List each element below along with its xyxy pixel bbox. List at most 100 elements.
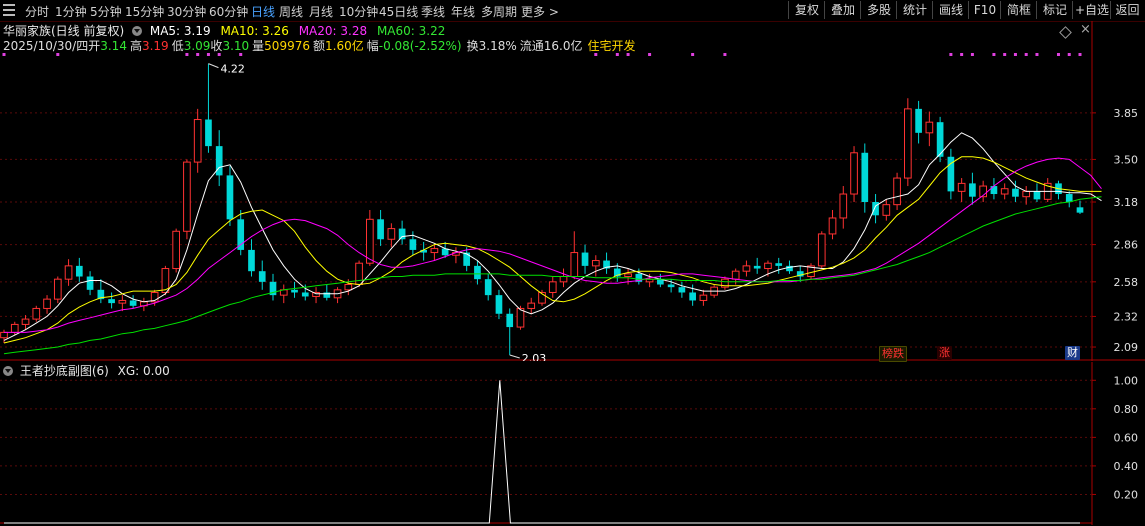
- price-tick-label: 2.32: [1114, 310, 1139, 323]
- event-badge-finance[interactable]: 财: [1065, 346, 1080, 360]
- candle-body: [118, 299, 127, 304]
- tab-period-1[interactable]: 1分钟: [55, 3, 87, 20]
- tab-period-4[interactable]: 30分钟: [167, 3, 206, 20]
- signal-dot: [196, 53, 200, 56]
- price-tick-label: 3.18: [1114, 196, 1139, 209]
- candle-body: [21, 318, 30, 325]
- toolbar-button-0[interactable]: 复权: [788, 1, 825, 19]
- candle-body: [377, 219, 384, 240]
- candle-body: [624, 273, 632, 278]
- xg-signal-line: [4, 380, 1080, 524]
- candle-body: [108, 299, 115, 304]
- indicator-chart[interactable]: 1.00 0.80 0.60 0.40 0.20: [0, 362, 1145, 525]
- tab-period-7[interactable]: 周线: [279, 3, 303, 20]
- indicator-tick-label: 1.00: [1114, 374, 1139, 387]
- candle-body: [387, 228, 396, 240]
- signal-dot: [992, 53, 996, 56]
- price-tick-label: 3.50: [1114, 153, 1139, 166]
- signal-dot: [949, 53, 953, 56]
- tab-period-6[interactable]: 日线: [251, 3, 275, 20]
- event-badge-limit-down-text: 榜跌: [882, 347, 904, 360]
- candle-body: [1000, 188, 1009, 195]
- candle-body: [75, 265, 83, 277]
- candle-body: [516, 307, 525, 328]
- candle-body: [990, 186, 998, 195]
- tab-period-2[interactable]: 5分钟: [90, 3, 122, 20]
- candle-body: [828, 217, 837, 235]
- tab-period-5[interactable]: 60分钟: [209, 3, 248, 20]
- signal-dot: [185, 53, 189, 56]
- tab-period-0[interactable]: 分时: [25, 3, 49, 20]
- ma-line-ma10: [3, 156, 1102, 344]
- candle-body: [915, 108, 922, 133]
- toolbar-button-7[interactable]: 标记: [1036, 1, 1073, 19]
- toolbar-button-3[interactable]: 统计: [896, 1, 933, 19]
- event-badge-limit-down[interactable]: 榜跌: [879, 346, 907, 362]
- candle-body: [237, 219, 245, 250]
- candle-body: [1022, 190, 1031, 198]
- candle-body: [570, 252, 579, 278]
- toolbar-button-5[interactable]: F10: [968, 1, 1001, 19]
- tab-period-3[interactable]: 15分钟: [125, 3, 164, 20]
- candle-body: [1033, 191, 1041, 200]
- candle-body: [731, 270, 740, 280]
- toolbar-button-2[interactable]: 多股: [860, 1, 897, 19]
- event-badge-finance-text: 财: [1067, 346, 1078, 359]
- candle-body: [495, 295, 503, 314]
- menu-icon[interactable]: [3, 4, 15, 16]
- tab-period-11[interactable]: 季线: [421, 3, 445, 20]
- signal-dot: [691, 53, 695, 56]
- candle-body: [699, 294, 708, 301]
- tab-period-12[interactable]: 年线: [451, 3, 475, 20]
- candle-body: [53, 278, 62, 300]
- tab-period-14[interactable]: 更多 >: [521, 3, 559, 20]
- candle-body: [398, 228, 406, 240]
- candle-body: [301, 292, 309, 297]
- candle-body: [753, 265, 761, 269]
- candle-body: [463, 252, 471, 266]
- candle-body: [817, 233, 826, 267]
- candlestick-chart[interactable]: 3.85 3.50 3.18 2.86 2.58 2.32 2.09 4.22 2.03: [0, 21, 1145, 361]
- candle-body: [366, 218, 374, 264]
- tab-period-9[interactable]: 10分钟: [339, 3, 378, 20]
- signal-dot: [2, 53, 6, 56]
- candle-body: [248, 249, 255, 272]
- candle-body: [850, 152, 858, 195]
- tab-period-13[interactable]: 多周期: [481, 3, 517, 20]
- candle-body: [409, 239, 417, 250]
- candle-body: [548, 281, 557, 293]
- event-badge-limit-up[interactable]: 涨: [937, 346, 952, 360]
- candle-body: [969, 183, 976, 197]
- tab-period-10[interactable]: 45日线: [379, 3, 418, 20]
- toolbar-button-4[interactable]: 画线: [932, 1, 969, 19]
- toolbar-button-8[interactable]: +自选: [1072, 1, 1111, 19]
- candle-body: [742, 265, 751, 272]
- signal-dot: [1035, 53, 1039, 56]
- toolbar-button-9[interactable]: 返回: [1110, 1, 1144, 19]
- signal-dot: [239, 53, 243, 56]
- indicator-tick-label: 0.20: [1114, 488, 1139, 501]
- candle-body: [129, 300, 137, 306]
- signal-dot: [615, 53, 619, 56]
- candle-body: [172, 230, 180, 270]
- signal-dot: [1003, 53, 1007, 56]
- candle-body: [775, 263, 783, 266]
- candle-body: [689, 292, 696, 301]
- candle-body: [559, 276, 568, 283]
- candle-body: [183, 161, 191, 232]
- candle-body: [882, 204, 891, 216]
- tab-period-8[interactable]: 月线: [309, 3, 333, 20]
- candle-body: [591, 260, 600, 267]
- candle-body: [581, 252, 589, 266]
- signal-dot: [626, 53, 630, 56]
- min-price-label: 2.03: [522, 352, 547, 361]
- candle-body: [484, 279, 492, 296]
- signal-dot: [206, 53, 210, 56]
- candle-body: [344, 283, 353, 291]
- candle-body: [667, 284, 675, 288]
- candle-body: [506, 313, 514, 328]
- candle-body: [474, 265, 481, 280]
- toolbar-button-1[interactable]: 叠加: [824, 1, 861, 19]
- toolbar-button-6[interactable]: 简框: [1000, 1, 1037, 19]
- price-tick-label: 2.09: [1114, 341, 1139, 354]
